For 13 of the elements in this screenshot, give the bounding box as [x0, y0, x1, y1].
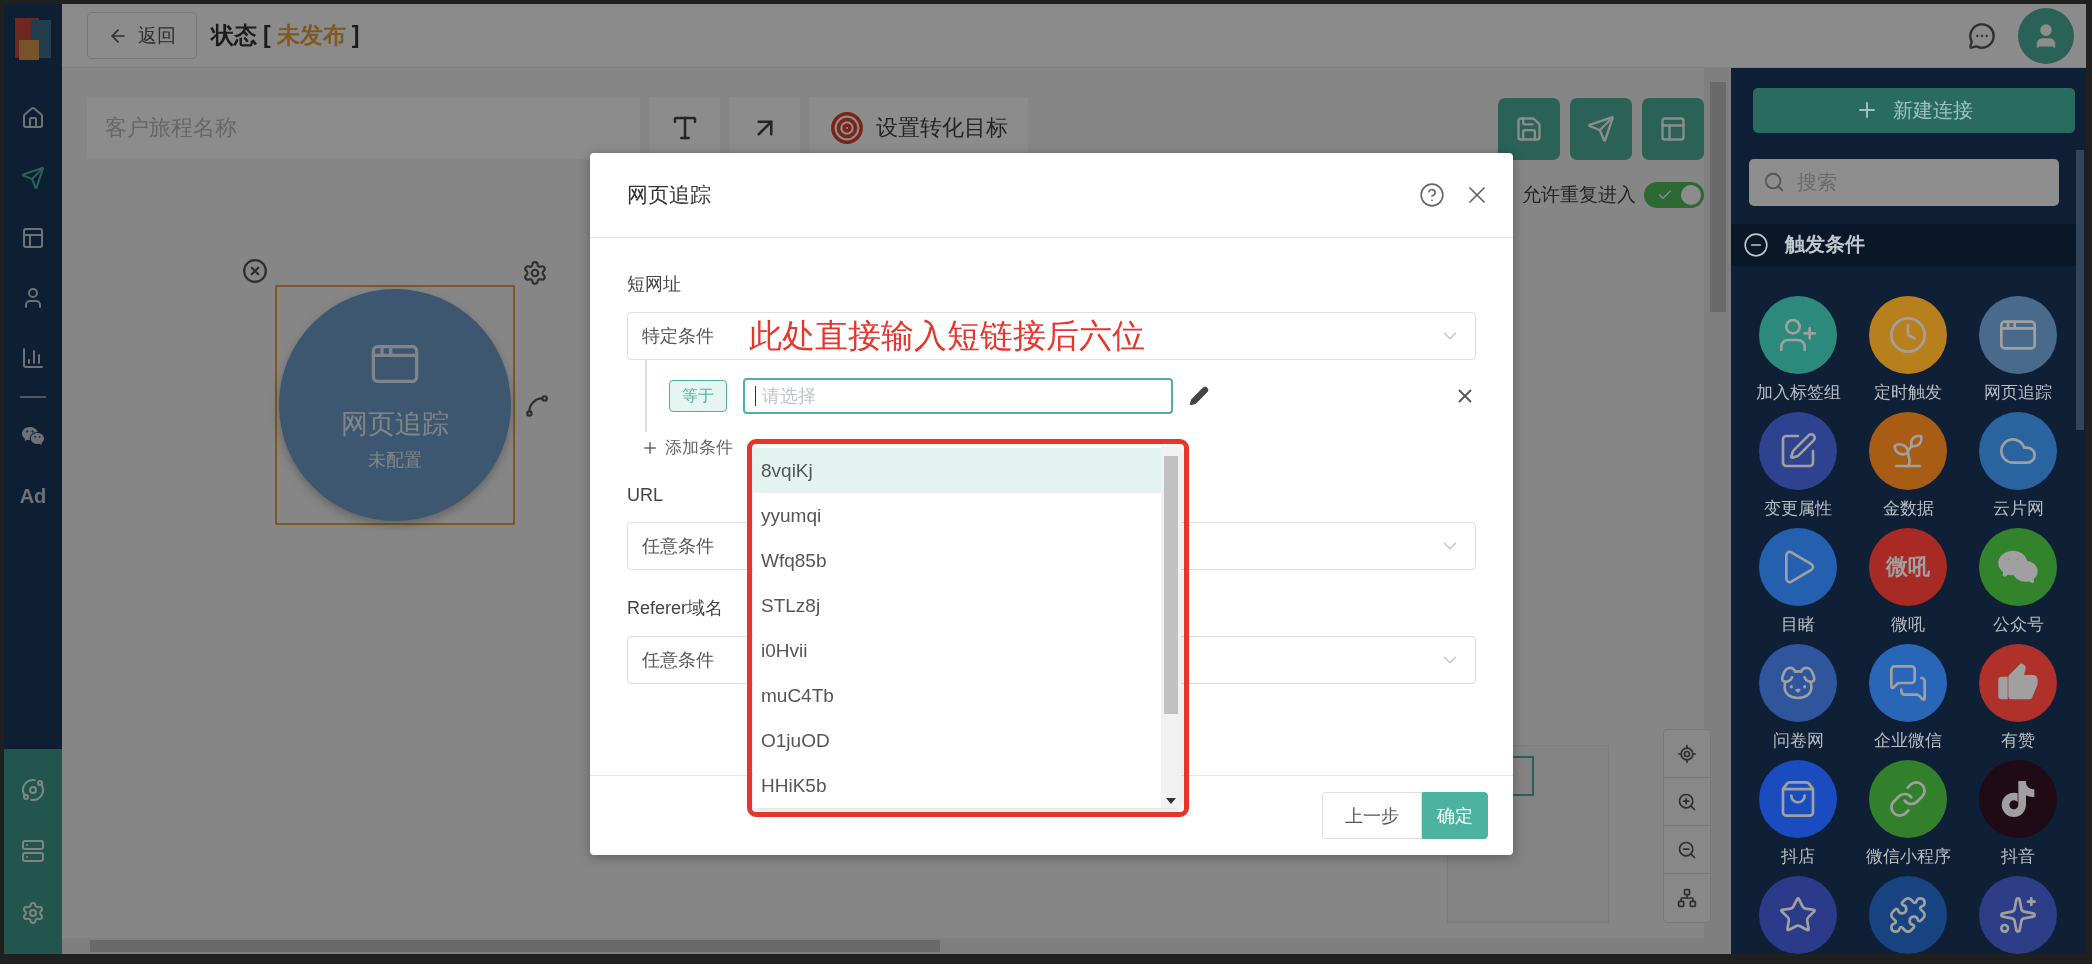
bracket: ]	[351, 22, 360, 49]
field-label: 短网址	[627, 273, 681, 296]
annotation-text: 此处直接输入短链接后六位	[749, 317, 1145, 355]
dialog-title: 网页追踪	[627, 182, 712, 208]
field-label: Referer域名	[627, 597, 724, 620]
status-label: 未发布	[276, 21, 346, 50]
page-title: 状态	[211, 21, 257, 50]
repeat-label: 允许重复进入	[1522, 183, 1636, 207]
node-title: 网页追踪	[341, 408, 449, 441]
bracket: [	[263, 22, 271, 49]
section-title: 触发条件	[1785, 232, 1865, 258]
field-label: URL	[627, 485, 663, 506]
node-subtitle: 未配置	[368, 449, 422, 472]
